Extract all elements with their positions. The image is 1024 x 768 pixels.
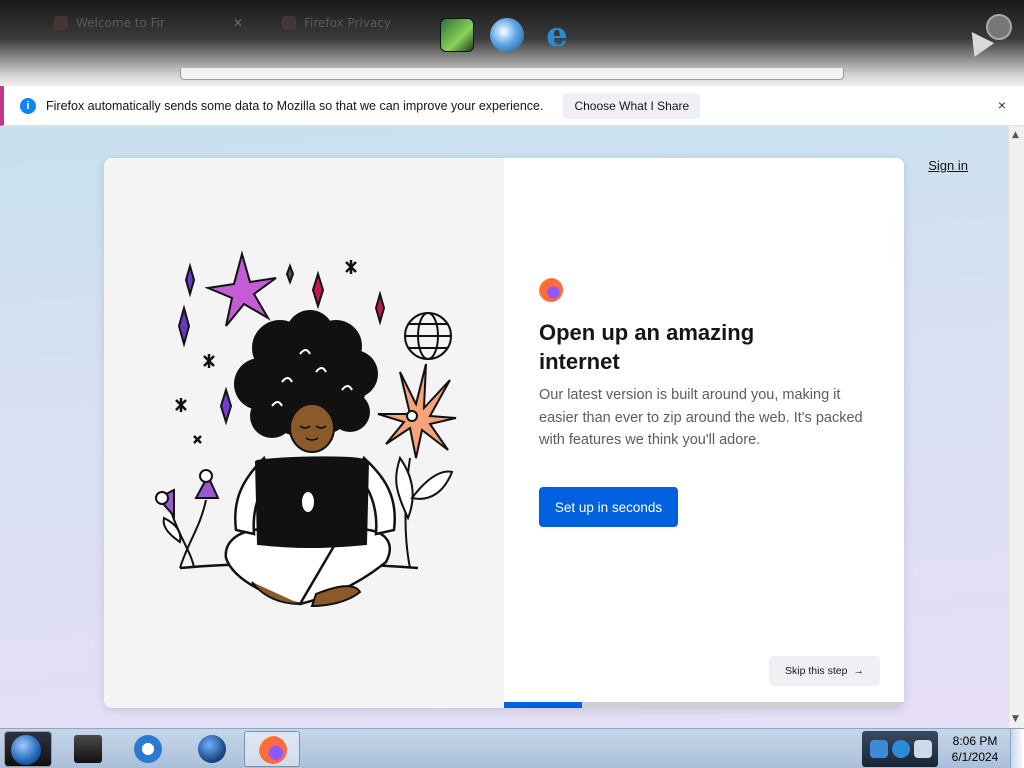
onboarding-illustration bbox=[104, 158, 504, 708]
browser-chrome: Welcome to Fir ✕ Firefox Privacy e bbox=[0, 0, 1024, 86]
onboarding-headline: Open up an amazing internet bbox=[539, 320, 755, 374]
page-viewport: Sign in Open up an amazing internet Our … bbox=[0, 126, 1008, 728]
network-app-icon[interactable] bbox=[490, 18, 524, 52]
skip-this-step-button[interactable]: Skip this step → bbox=[769, 656, 880, 686]
globe-icon bbox=[198, 735, 226, 763]
skip-label: Skip this step bbox=[785, 665, 848, 677]
browser-tab[interactable]: Welcome to Fir ✕ bbox=[54, 10, 243, 36]
url-bar[interactable] bbox=[180, 68, 844, 80]
media-player-icon bbox=[134, 735, 162, 763]
internet-explorer-icon[interactable]: e bbox=[540, 18, 574, 52]
clock-time: 8:06 PM bbox=[952, 734, 998, 748]
system-tray bbox=[862, 731, 938, 767]
windows-logo-icon bbox=[11, 735, 41, 765]
notification-message: Firefox automatically sends some data to… bbox=[46, 98, 544, 113]
close-icon[interactable]: × bbox=[998, 97, 1006, 113]
internet-explorer-tray-icon[interactable] bbox=[892, 740, 910, 758]
cube-app-icon[interactable] bbox=[440, 18, 474, 52]
taskbar-app-box[interactable] bbox=[60, 731, 116, 767]
onboarding-progress-bar bbox=[504, 702, 904, 708]
set-up-in-seconds-button[interactable]: Set up in seconds bbox=[539, 487, 678, 527]
taskbar: 8:06 PM 6/1/2024 bbox=[0, 728, 1024, 768]
taskbar-app-media-player[interactable] bbox=[120, 731, 176, 767]
choose-what-i-share-button[interactable]: Choose What I Share bbox=[563, 92, 701, 119]
sign-in-link[interactable]: Sign in bbox=[928, 158, 968, 173]
onboarding-progress-fill bbox=[504, 702, 582, 708]
tab-favicon-icon bbox=[282, 16, 296, 30]
tab-favicon-icon bbox=[54, 16, 68, 30]
arrow-right-icon: → bbox=[853, 665, 864, 677]
data-collection-notification: i Firefox automatically sends some data … bbox=[0, 86, 1024, 126]
browser-tab[interactable]: Firefox Privacy bbox=[282, 10, 391, 36]
onboarding-content: Open up an amazing internet Our latest v… bbox=[504, 158, 904, 708]
onboarding-card: Open up an amazing internet Our latest v… bbox=[104, 158, 904, 708]
start-button[interactable] bbox=[4, 731, 52, 767]
network-tray-icon[interactable] bbox=[870, 740, 888, 758]
volume-tray-icon[interactable] bbox=[914, 740, 932, 758]
onboarding-description: Our latest version is built around you, … bbox=[539, 387, 863, 448]
tab-title: Welcome to Fir bbox=[76, 16, 165, 30]
show-desktop-button[interactable] bbox=[1010, 729, 1024, 768]
system-clock[interactable]: 8:06 PM 6/1/2024 bbox=[940, 733, 1010, 765]
scroll-up-arrow-icon[interactable]: ▲ bbox=[1012, 130, 1019, 140]
scroll-down-arrow-icon[interactable]: ▼ bbox=[1012, 714, 1019, 724]
taskbar-app-firefox[interactable] bbox=[244, 731, 300, 767]
desktop-dock: e bbox=[440, 18, 574, 52]
vertical-scrollbar[interactable]: ▲ ▼ bbox=[1008, 126, 1024, 728]
firefox-logo-icon bbox=[539, 278, 563, 302]
tab-close-icon[interactable]: ✕ bbox=[233, 16, 243, 30]
tab-title: Firefox Privacy bbox=[304, 16, 391, 30]
person-with-laptop-illustration bbox=[155, 250, 457, 608]
info-icon: i bbox=[20, 97, 36, 114]
firefox-icon bbox=[259, 736, 287, 764]
clock-date: 6/1/2024 bbox=[951, 750, 999, 764]
taskbar-app-globe[interactable] bbox=[184, 731, 240, 767]
box-app-icon bbox=[74, 735, 102, 763]
